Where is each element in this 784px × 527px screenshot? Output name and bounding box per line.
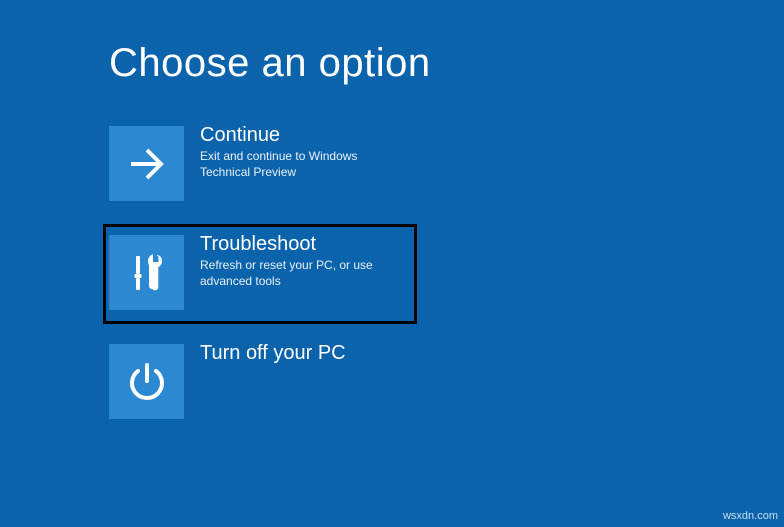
page-title: Choose an option	[109, 41, 431, 86]
watermark: wsxdn.com	[723, 510, 778, 522]
continue-text: Continue Exit and continue to Windows Te…	[200, 126, 410, 180]
turnoff-option[interactable]: Turn off your PC	[109, 344, 410, 419]
turnoff-text: Turn off your PC	[200, 344, 346, 364]
troubleshoot-title: Troubleshoot	[200, 233, 410, 255]
continue-desc: Exit and continue to Windows Technical P…	[200, 149, 410, 180]
troubleshoot-option[interactable]: Troubleshoot Refresh or reset your PC, o…	[109, 235, 410, 310]
troubleshoot-text: Troubleshoot Refresh or reset your PC, o…	[200, 235, 410, 289]
power-icon	[109, 344, 184, 419]
turnoff-title: Turn off your PC	[200, 342, 346, 364]
arrow-right-icon	[109, 126, 184, 201]
troubleshoot-desc: Refresh or reset your PC, or use advance…	[200, 258, 410, 289]
continue-title: Continue	[200, 124, 410, 146]
tools-icon	[109, 235, 184, 310]
options-list: Continue Exit and continue to Windows Te…	[109, 126, 410, 453]
continue-option[interactable]: Continue Exit and continue to Windows Te…	[109, 126, 410, 201]
